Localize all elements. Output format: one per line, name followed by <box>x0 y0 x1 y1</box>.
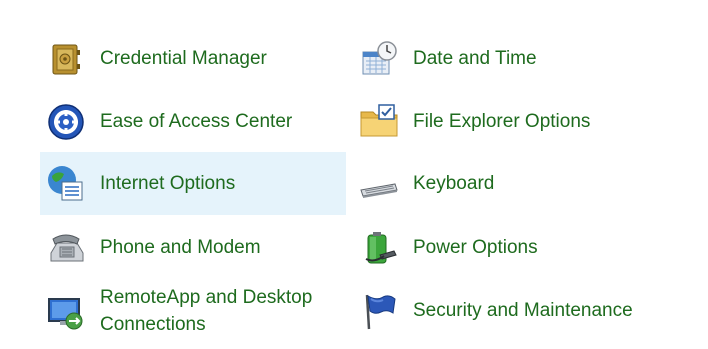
item-credential-manager[interactable]: Credential Manager <box>40 27 346 90</box>
item-label: Ease of Access Center <box>100 111 293 132</box>
ease-of-access-icon <box>46 102 86 142</box>
item-power-options[interactable]: Power Options <box>353 216 659 279</box>
item-remoteapp-and-desktop-connections[interactable]: RemoteApp and Desktop Connections <box>40 279 346 342</box>
item-file-explorer-options[interactable]: File Explorer Options <box>353 90 659 153</box>
calendar-clock-icon <box>359 39 399 79</box>
item-label: Credential Manager <box>100 48 267 69</box>
battery-plug-icon <box>359 228 399 268</box>
item-label: Phone and Modem <box>100 237 261 258</box>
item-label: RemoteApp and Desktop Connections <box>100 284 312 338</box>
item-label-line2: Connections <box>100 313 206 335</box>
flag-icon <box>359 291 399 331</box>
item-label: Internet Options <box>100 173 236 194</box>
item-label-line1: RemoteApp and Desktop <box>100 286 313 308</box>
item-security-and-maintenance[interactable]: Security and Maintenance <box>353 279 659 342</box>
phone-icon <box>46 228 86 268</box>
item-label: File Explorer Options <box>413 111 591 132</box>
item-label: Security and Maintenance <box>413 300 633 321</box>
globe-options-icon <box>46 164 86 204</box>
item-label: Keyboard <box>413 173 495 194</box>
remote-desktop-icon <box>46 291 86 331</box>
item-keyboard[interactable]: Keyboard <box>353 152 659 215</box>
vault-icon <box>46 39 86 79</box>
item-label: Power Options <box>413 237 538 258</box>
folder-check-icon <box>359 102 399 142</box>
item-internet-options[interactable]: Internet Options <box>40 152 346 215</box>
item-ease-of-access-center[interactable]: Ease of Access Center <box>40 90 346 153</box>
item-date-and-time[interactable]: Date and Time <box>353 27 659 90</box>
item-phone-and-modem[interactable]: Phone and Modem <box>40 216 346 279</box>
keyboard-icon <box>359 164 399 204</box>
item-label: Date and Time <box>413 48 537 69</box>
